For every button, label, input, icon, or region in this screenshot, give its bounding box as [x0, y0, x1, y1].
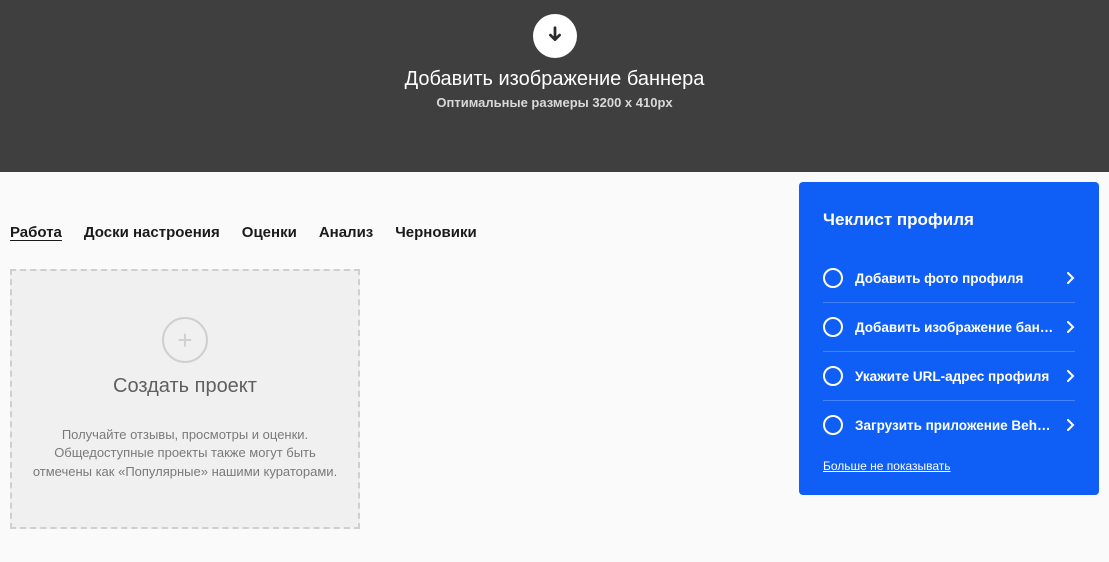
- circle-unchecked-icon: [823, 317, 843, 337]
- tab-label: Работа: [10, 224, 62, 241]
- profile-checklist-panel: Чеклист профиля Добавить фото профиля До…: [799, 182, 1099, 495]
- banner-title: Добавить изображение баннера: [405, 68, 705, 91]
- plus-icon: +: [162, 317, 208, 363]
- checklist-item-set-url[interactable]: Укажите URL-адрес профиля: [823, 351, 1075, 400]
- left-column: Работа Доски настроения Оценки Анализ Че…: [10, 172, 780, 529]
- create-project-card[interactable]: + Создать проект Получайте отзывы, просм…: [10, 269, 360, 529]
- checklist-item-label: Загрузить приложение Behance: [855, 418, 1055, 433]
- chevron-right-icon: [1067, 370, 1075, 382]
- chevron-right-icon: [1067, 272, 1075, 284]
- tab-label: Анализ: [319, 224, 373, 241]
- checklist-item-add-banner[interactable]: Добавить изображение баннера: [823, 302, 1075, 351]
- tab-label: Черновики: [395, 224, 476, 241]
- tab-work[interactable]: Работа: [10, 224, 62, 241]
- checklist-item-label: Добавить изображение баннера: [855, 320, 1055, 335]
- circle-unchecked-icon: [823, 268, 843, 288]
- banner-subtitle: Оптимальные размеры 3200 x 410px: [436, 95, 672, 110]
- checklist-item-label: Укажите URL-адрес профиля: [855, 369, 1049, 384]
- tab-label: Доски настроения: [84, 224, 220, 241]
- main-content: Работа Доски настроения Оценки Анализ Че…: [0, 172, 1109, 562]
- checklist-dismiss-link[interactable]: Больше не показывать: [823, 459, 951, 473]
- checklist-item-download-app[interactable]: Загрузить приложение Behance: [823, 400, 1075, 449]
- checklist-item-label: Добавить фото профиля: [855, 271, 1023, 286]
- create-project-title: Создать проект: [113, 375, 257, 398]
- tab-label: Оценки: [242, 224, 297, 241]
- checklist-title: Чеклист профиля: [823, 210, 1075, 230]
- tab-insights[interactable]: Анализ: [319, 224, 373, 241]
- tab-drafts[interactable]: Черновики: [395, 224, 476, 241]
- profile-tabs: Работа Доски настроения Оценки Анализ Че…: [10, 224, 780, 241]
- checklist-item-add-photo[interactable]: Добавить фото профиля: [823, 254, 1075, 302]
- chevron-right-icon: [1067, 419, 1075, 431]
- banner-upload-area[interactable]: Добавить изображение баннера Оптимальные…: [0, 0, 1109, 172]
- circle-unchecked-icon: [823, 366, 843, 386]
- chevron-right-icon: [1067, 321, 1075, 333]
- tab-appreciations[interactable]: Оценки: [242, 224, 297, 241]
- download-arrow-icon: [533, 14, 577, 58]
- create-project-description: Получайте отзывы, просмотры и оценки. Об…: [32, 426, 338, 481]
- circle-unchecked-icon: [823, 415, 843, 435]
- tab-moodboards[interactable]: Доски настроения: [84, 224, 220, 241]
